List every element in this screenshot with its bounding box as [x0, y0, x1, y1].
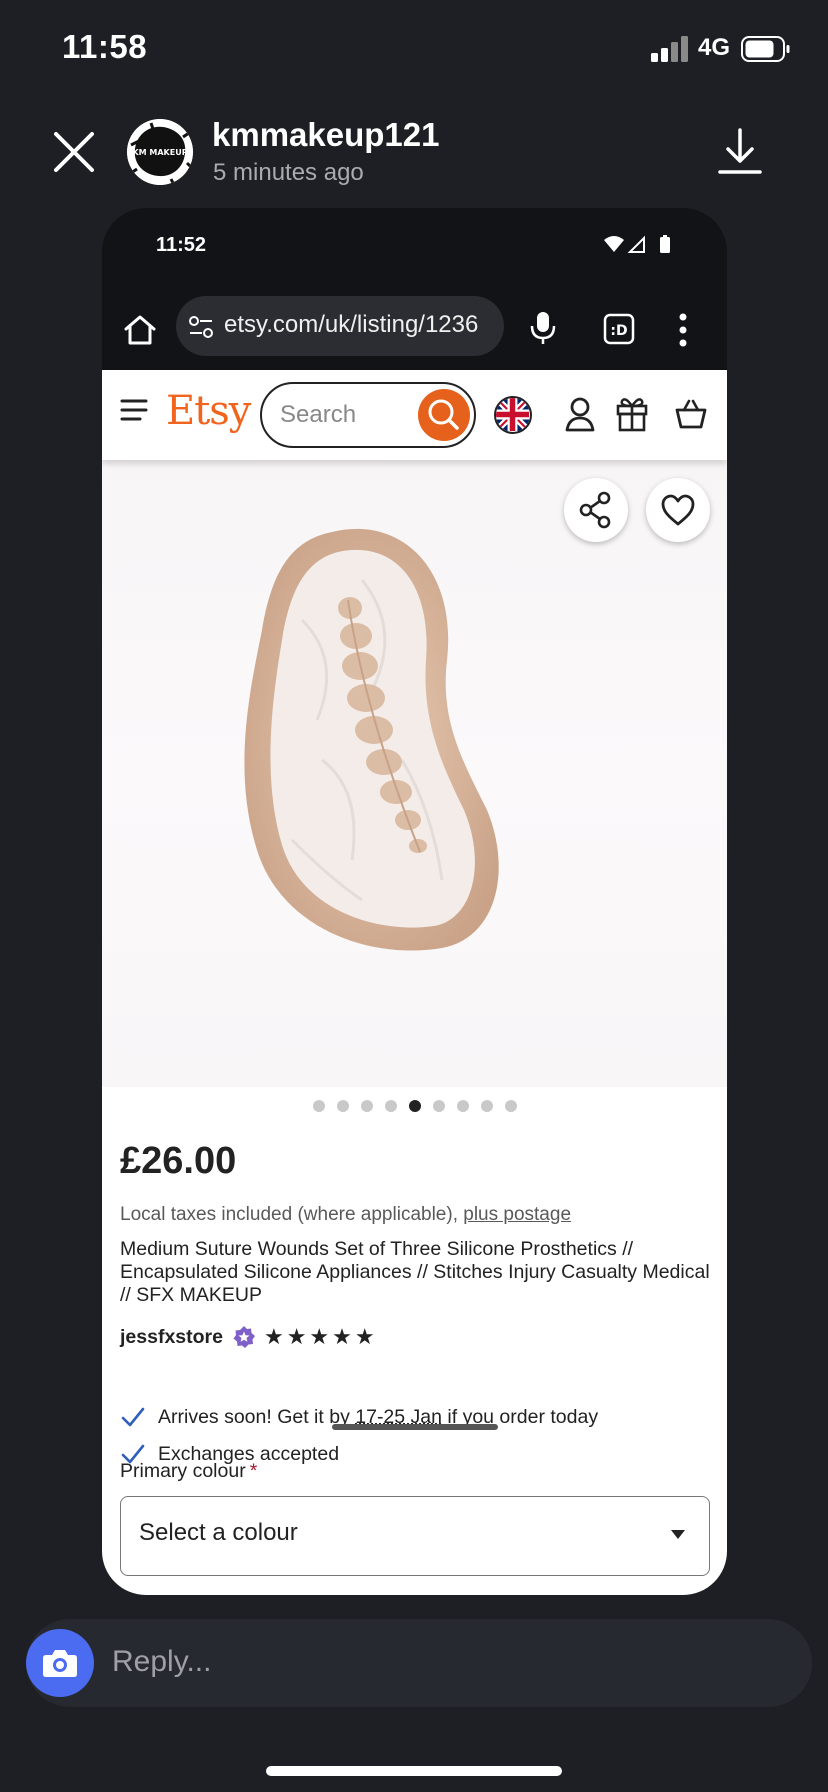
- home-icon[interactable]: [122, 312, 158, 348]
- tax-text: Local taxes included (where applicable),: [120, 1204, 464, 1225]
- tab-switcher-icon[interactable]: :D: [602, 312, 636, 346]
- reply-input-placeholder: Reply...: [112, 1645, 212, 1678]
- search-icon: [428, 399, 459, 430]
- url-text: etsy.com/uk/listing/1236: [224, 311, 479, 338]
- favorite-button[interactable]: [646, 478, 710, 542]
- reply-bar[interactable]: Reply...: [26, 1619, 812, 1707]
- delivery-prefix: Arrives soon! Get it by: [158, 1405, 356, 1428]
- checkmark-icon: [121, 1407, 145, 1427]
- site-settings-icon[interactable]: [188, 314, 214, 340]
- product-title: Medium Suture Wounds Set of Three Silico…: [120, 1238, 710, 1306]
- menu-icon[interactable]: [120, 398, 148, 422]
- avatar-text: KM MAKEUP: [132, 148, 187, 157]
- tax-info: Local taxes included (where applicable),…: [120, 1204, 571, 1226]
- cellular-signal-icon: [651, 36, 688, 62]
- android-status-time: 11:52: [156, 234, 207, 256]
- story-timestamp: 5 minutes ago: [213, 159, 364, 186]
- product-price: £26.00: [120, 1140, 237, 1182]
- colour-select-value: Select a colour: [139, 1519, 298, 1546]
- carousel-dot[interactable]: [384, 1100, 397, 1112]
- shared-screenshot: 11:52 etsy.com/uk/listing/1236 :D Etsy S…: [102, 208, 727, 1595]
- basket-icon[interactable]: [675, 398, 707, 430]
- carousel-dot[interactable]: [456, 1100, 469, 1112]
- etsy-logo[interactable]: Etsy: [166, 388, 251, 434]
- search-input[interactable]: Search: [260, 382, 476, 448]
- carousel-dot[interactable]: [504, 1100, 517, 1112]
- shop-row: jessfxstore ★★★★★: [120, 1323, 378, 1351]
- mobile-signal-icon: [627, 235, 645, 253]
- chevron-down-icon: [671, 1530, 685, 1539]
- android-battery-icon: [660, 237, 670, 253]
- search-placeholder: Search: [280, 401, 357, 428]
- address-bar[interactable]: etsy.com/uk/listing/1236: [176, 296, 504, 356]
- status-bar-time: 11:58: [62, 28, 148, 65]
- android-gesture-bar: [332, 1424, 498, 1430]
- rating-stars: ★★★★★: [263, 1324, 378, 1349]
- avatar[interactable]: KM MAKEUP: [127, 119, 193, 185]
- camera-button[interactable]: [26, 1629, 94, 1697]
- product-image[interactable]: [102, 460, 727, 1087]
- image-carousel-dots[interactable]: [102, 1100, 727, 1114]
- home-indicator: [266, 1766, 562, 1776]
- svg-text::D: :D: [610, 323, 627, 339]
- carousel-dot[interactable]: [312, 1100, 325, 1112]
- gift-icon[interactable]: [615, 394, 649, 432]
- battery-icon: [741, 36, 790, 62]
- account-icon[interactable]: [565, 396, 595, 432]
- heart-icon: [661, 494, 695, 526]
- share-button[interactable]: [564, 478, 628, 542]
- download-icon[interactable]: [716, 126, 764, 178]
- carousel-dot[interactable]: [360, 1100, 373, 1112]
- close-icon[interactable]: [50, 128, 98, 176]
- postage-link[interactable]: plus postage: [463, 1204, 571, 1225]
- etsy-listing-page: Etsy Search £26.00 Local taxes included …: [102, 370, 727, 1595]
- share-icon: [579, 491, 611, 529]
- avatar-logo-icon: KM MAKEUP: [127, 119, 193, 185]
- colour-label-text: Primary colour: [120, 1460, 246, 1482]
- etsy-header: Etsy Search: [102, 370, 727, 460]
- carousel-dot[interactable]: [336, 1100, 349, 1112]
- star-seller-badge-icon: [233, 1326, 255, 1348]
- silicone-wound-prosthetic-image: [244, 528, 499, 951]
- story-username[interactable]: kmmakeup121: [212, 116, 439, 154]
- carousel-dot[interactable]: [432, 1100, 445, 1112]
- wifi-icon: [604, 236, 624, 252]
- carousel-dot[interactable]: [480, 1100, 493, 1112]
- network-type-label: 4G: [698, 34, 731, 61]
- microphone-icon[interactable]: [528, 310, 558, 346]
- search-button[interactable]: [418, 389, 470, 441]
- android-status-icons: [604, 235, 670, 253]
- colour-select[interactable]: Select a colour: [120, 1496, 710, 1576]
- uk-flag-icon[interactable]: [494, 396, 532, 434]
- required-asterisk: *: [249, 1460, 258, 1482]
- shop-name-link[interactable]: jessfxstore: [120, 1326, 223, 1349]
- carousel-dot[interactable]: [408, 1100, 421, 1112]
- primary-colour-label: Primary colour *: [120, 1460, 257, 1483]
- camera-icon: [43, 1650, 77, 1677]
- more-options-icon[interactable]: [678, 312, 688, 348]
